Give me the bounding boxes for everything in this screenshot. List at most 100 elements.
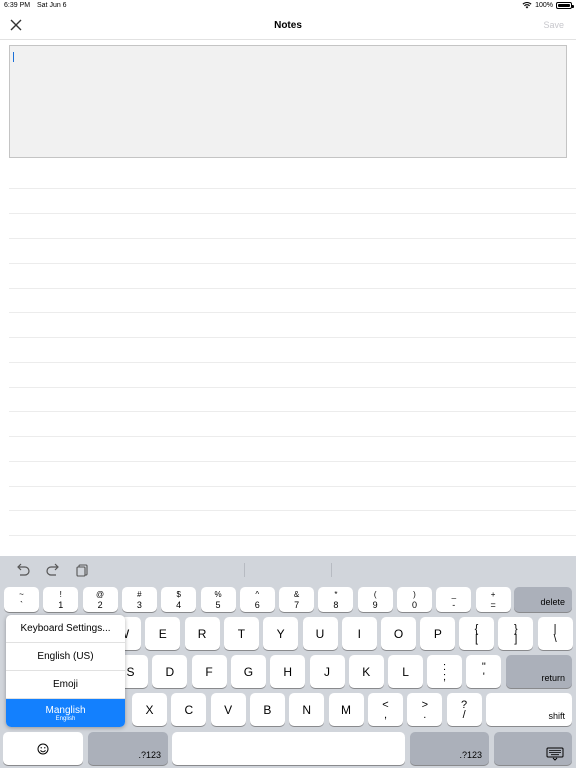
ruled-line [9,213,576,214]
symbol-key[interactable]: >. [407,693,443,726]
key-label: I [357,626,361,641]
key-char: . [423,708,427,721]
ruled-line [9,510,576,511]
letter-key-v[interactable]: V [210,693,246,726]
key-label: X [145,702,154,717]
letter-key-u[interactable]: U [302,617,338,650]
key-label: E [158,626,167,641]
symbol-key[interactable]: }] [498,617,534,650]
numbers-mode-key[interactable]: .?123 [88,732,168,765]
number-key[interactable]: ^ 6 [239,587,275,612]
symbol-key[interactable]: | \ [537,617,573,650]
key-label: P [433,626,442,641]
letter-key-r[interactable]: R [184,617,220,650]
notes-screen: 6:39 PM Sat Jun 6 100% Notes Save delete… [0,0,576,768]
input-switch-menu: Keyboard Settings... English (US) Emoji … [6,615,125,727]
key-label: U [315,626,325,641]
ruled-line [9,461,576,462]
letter-key-x[interactable]: X [132,693,167,726]
number-key[interactable]: @2 [82,587,118,612]
symbol-key[interactable]: ? / [446,693,482,726]
save-button[interactable]: Save [543,20,564,30]
paste-icon[interactable] [75,563,91,577]
key-char: / [462,708,466,721]
key-shift-char: % [214,589,222,599]
key-shift-char: ! [59,589,62,599]
symbol-key[interactable]: :; [427,655,462,688]
letter-key-d[interactable]: D [152,655,188,688]
key-char: ` [20,599,23,610]
menu-item-keyboard-settings[interactable]: Keyboard Settings... [6,615,125,643]
key-char: 7 [294,599,300,610]
number-key[interactable]: * 8 [318,587,354,612]
key-char: 6 [254,599,260,610]
key-char: ] [514,632,518,645]
letter-key-c[interactable]: C [171,693,207,726]
key-char: 9 [372,599,378,610]
ruled-line [9,411,576,412]
key-shift-char: : [442,660,447,673]
letter-key-i[interactable]: I [341,617,377,650]
key-char: 3 [136,599,142,610]
return-key[interactable]: return [506,655,572,688]
letter-key-j[interactable]: J [309,655,345,688]
key-char: ; [442,670,447,683]
menu-item-emoji[interactable]: Emoji [6,671,125,699]
note-input[interactable] [9,45,567,158]
toolbar-divider [244,563,245,577]
letter-key-f[interactable]: F [191,655,227,688]
ruled-line [9,486,576,487]
number-key[interactable]: + = [475,587,511,612]
letter-key-g[interactable]: G [230,655,266,688]
letter-key-n[interactable]: N [289,693,325,726]
number-key[interactable]: _ - [436,587,472,612]
letter-key-b[interactable]: B [249,693,285,726]
emoji-key[interactable] [3,732,83,765]
number-key[interactable]: ) 0 [397,587,432,612]
number-key[interactable]: $4 [161,587,197,612]
letter-key-p[interactable]: P [420,617,456,650]
menu-item-label: Manglish [45,704,86,716]
key-shift-char: " [481,660,486,673]
key-shift-char: > [421,698,429,711]
menu-item-english-us[interactable]: English (US) [6,643,125,671]
space-key[interactable] [172,732,405,765]
letter-key-y[interactable]: Y [263,617,299,650]
letter-key-h[interactable]: H [270,655,306,688]
key-label: F [205,664,213,679]
number-key[interactable]: #3 [121,587,157,612]
menu-item-manglish[interactable]: Manglish English [6,699,125,727]
key-shift-char: < [382,698,389,711]
key-shift-char: ^ [255,589,260,599]
number-key[interactable]: (9 [357,587,393,612]
text-cursor [13,52,14,62]
ruled-line [9,436,576,437]
letter-key-e[interactable]: E [145,617,181,650]
letter-key-o[interactable]: O [381,617,417,650]
number-key[interactable]: % 5 [200,587,236,612]
delete-key[interactable]: delete [514,587,572,612]
key-shift-char: & [293,589,300,599]
letter-key-k[interactable]: K [348,655,384,688]
shift-key[interactable]: shift [486,693,572,726]
number-key[interactable]: ! 1 [43,587,79,612]
key-char: 0 [411,599,417,610]
letter-key-l[interactable]: L [388,655,424,688]
letter-key-t[interactable]: T [223,617,259,650]
numbers-mode-key-right[interactable]: .?123 [410,732,489,765]
emoji-icon [37,743,49,754]
key-label: O [393,626,404,641]
number-key[interactable]: & 7 [279,587,315,612]
symbol-key[interactable]: " ' [466,655,502,688]
symbol-key[interactable]: {[ [459,617,494,650]
symbol-key[interactable]: <, [368,693,403,726]
redo-icon[interactable] [45,563,61,577]
ruled-line [9,387,576,388]
letter-key-m[interactable]: M [328,693,364,726]
number-key[interactable]: ~ ` [4,587,39,612]
status-bar: 6:39 PM Sat Jun 6 100% [0,0,576,12]
key-label: T [237,626,246,641]
key-char: 1 [58,599,64,610]
undo-icon[interactable] [15,563,31,577]
dismiss-keyboard-key[interactable] [494,732,572,765]
